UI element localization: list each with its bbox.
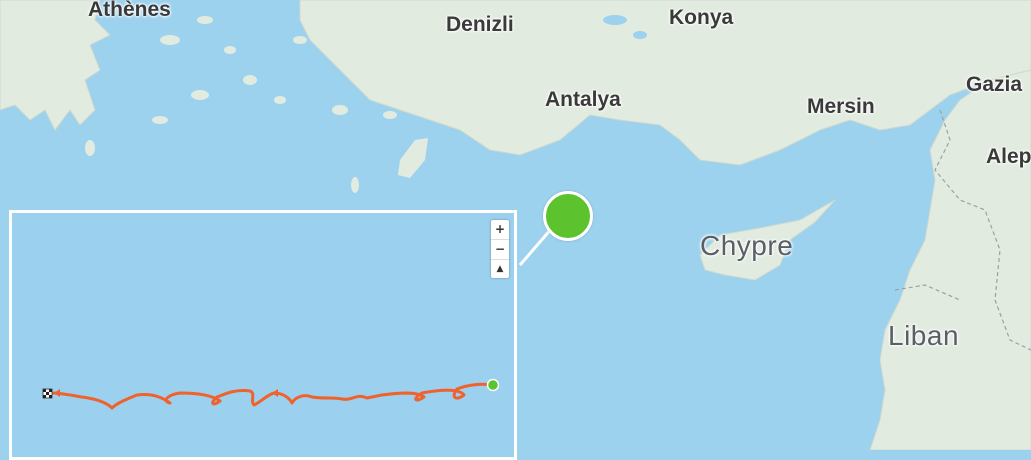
track-line: [50, 382, 494, 410]
location-marker-icon[interactable]: [543, 191, 593, 241]
city-label-antalya: Antalya: [545, 88, 621, 111]
city-label-mersin: Mersin: [807, 95, 875, 118]
city-label-athenes: Athènes: [88, 0, 171, 21]
lake: [603, 15, 627, 25]
country-label-liban: Liban: [888, 320, 960, 351]
city-label-gaziantep: Gazia: [966, 73, 1023, 96]
country-label-chypre: Chypre: [700, 230, 794, 261]
checkered-flag-icon: [42, 388, 53, 399]
route-track: [42, 378, 500, 410]
lake: [633, 31, 647, 39]
city-label-alep: Alep: [986, 145, 1031, 168]
city-label-konya: Konya: [669, 6, 734, 29]
start-marker-icon: [486, 378, 500, 392]
inset-map[interactable]: + − ▲: [9, 210, 517, 460]
direction-arrow-icon: [272, 389, 278, 397]
direction-arrow-icon: [54, 389, 60, 397]
city-label-denizli: Denizli: [446, 13, 514, 36]
